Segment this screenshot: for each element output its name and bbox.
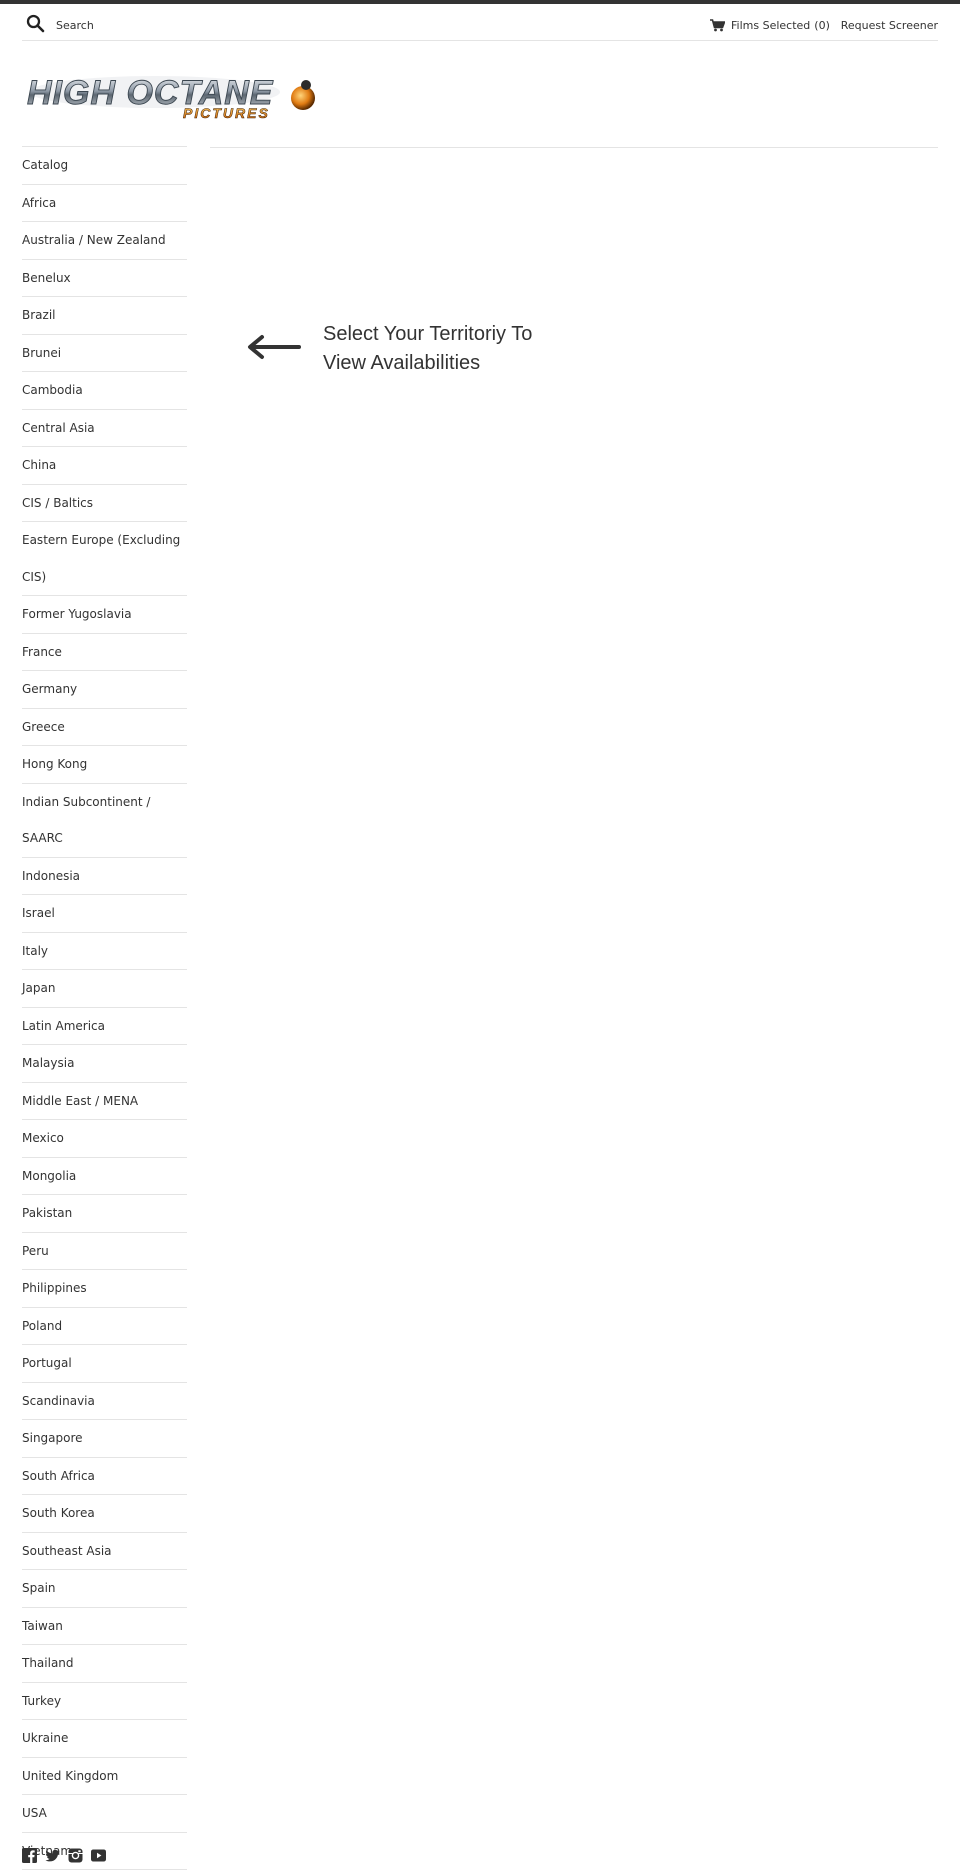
sidebar-item[interactable]: Thailand [22, 1645, 187, 1682]
sidebar-item[interactable]: Brunei [22, 335, 187, 372]
search-icon[interactable] [25, 13, 47, 35]
sidebar-item[interactable]: Philippines [22, 1270, 187, 1307]
sidebar-item[interactable]: Japan [22, 970, 187, 1007]
logo-sub-text: PICTURES [183, 105, 270, 121]
sidebar-item[interactable]: Benelux [22, 260, 187, 297]
arrow-left-icon [248, 335, 301, 359]
films-selected-link[interactable]: Films Selected (0) [710, 15, 830, 35]
sidebar-item[interactable]: Indonesia [22, 858, 187, 895]
sidebar-item[interactable]: USA [22, 1795, 187, 1832]
sidebar-item[interactable]: Mexico [22, 1120, 187, 1157]
logo-emblem [291, 86, 315, 110]
sidebar-item[interactable]: Central Asia [22, 410, 187, 447]
sidebar-item[interactable]: Pakistan [22, 1195, 187, 1232]
sidebar-item[interactable]: Turkey [22, 1683, 187, 1720]
cart-icon [710, 18, 725, 31]
sidebar-item[interactable]: Catalog [22, 147, 187, 184]
sidebar-item[interactable]: Taiwan [22, 1608, 187, 1645]
site-header: Films Selected (0) Request Screener [22, 4, 938, 41]
request-screener-link[interactable]: Request Screener [841, 15, 938, 35]
youtube-icon[interactable] [91, 1848, 106, 1863]
sidebar-item[interactable]: Greece [22, 709, 187, 746]
films-selected-label: Films Selected [731, 18, 811, 32]
sidebar-item[interactable]: Eastern Europe (Excluding CIS) [22, 522, 187, 595]
prompt-line-2: View Availabilities [323, 352, 481, 374]
sidebar-item[interactable]: Singapore [22, 1420, 187, 1457]
sidebar-item[interactable]: Israel [22, 895, 187, 932]
sidebar-item[interactable]: Poland [22, 1308, 187, 1345]
sidebar-item[interactable]: Mongolia [22, 1158, 187, 1195]
sidebar-item[interactable]: Australia / New Zealand [22, 222, 187, 259]
content-divider [210, 147, 938, 148]
sidebar-item[interactable]: Indian Subcontinent / SAARC [22, 784, 187, 857]
search-input[interactable] [52, 10, 360, 40]
sidebar-item[interactable]: United Kingdom [22, 1758, 187, 1795]
sidebar-item[interactable]: France [22, 634, 187, 671]
sidebar-item[interactable]: Africa [22, 185, 187, 222]
sidebar-item[interactable]: China [22, 447, 187, 484]
sidebar-item[interactable]: South Africa [22, 1458, 187, 1495]
sidebar-item[interactable]: CIS / Baltics [22, 485, 187, 522]
prompt-line-1: Select Your Territoriy To [323, 323, 533, 345]
site-logo[interactable]: HIGH OCTANE PICTURES [25, 66, 319, 122]
sidebar-item[interactable]: Brazil [22, 297, 187, 334]
sidebar-item[interactable]: Former Yugoslavia [22, 596, 187, 633]
sidebar-item[interactable]: Middle East / MENA [22, 1083, 187, 1120]
twitter-icon[interactable] [45, 1848, 60, 1863]
territory-prompt: Select Your Territoriy To View Availabil… [246, 320, 586, 380]
sidebar-item[interactable]: Italy [22, 933, 187, 970]
sidebar-item[interactable]: Malaysia [22, 1045, 187, 1082]
sidebar-item[interactable]: Scandinavia [22, 1383, 187, 1420]
films-selected-count: (0) [814, 18, 830, 32]
sidebar-item[interactable]: Latin America [22, 1008, 187, 1045]
facebook-icon[interactable] [22, 1848, 37, 1863]
territory-sidebar: Catalog Africa Australia / New Zealand B… [22, 146, 187, 1870]
sidebar-item[interactable]: Spain [22, 1570, 187, 1607]
prompt-text: Select Your Territoriy To View Availabil… [323, 320, 586, 378]
sidebar-item[interactable]: Peru [22, 1233, 187, 1270]
sidebar-item[interactable]: Ukraine [22, 1720, 187, 1757]
sidebar-item[interactable]: Portugal [22, 1345, 187, 1382]
instagram-icon[interactable] [68, 1848, 83, 1863]
social-links [22, 1848, 106, 1866]
sidebar-item[interactable]: Southeast Asia [22, 1533, 187, 1570]
sidebar-item[interactable]: Cambodia [22, 372, 187, 409]
sidebar-item[interactable]: South Korea [22, 1495, 187, 1532]
sidebar-item[interactable]: Germany [22, 671, 187, 708]
sidebar-item[interactable]: Hong Kong [22, 746, 187, 783]
